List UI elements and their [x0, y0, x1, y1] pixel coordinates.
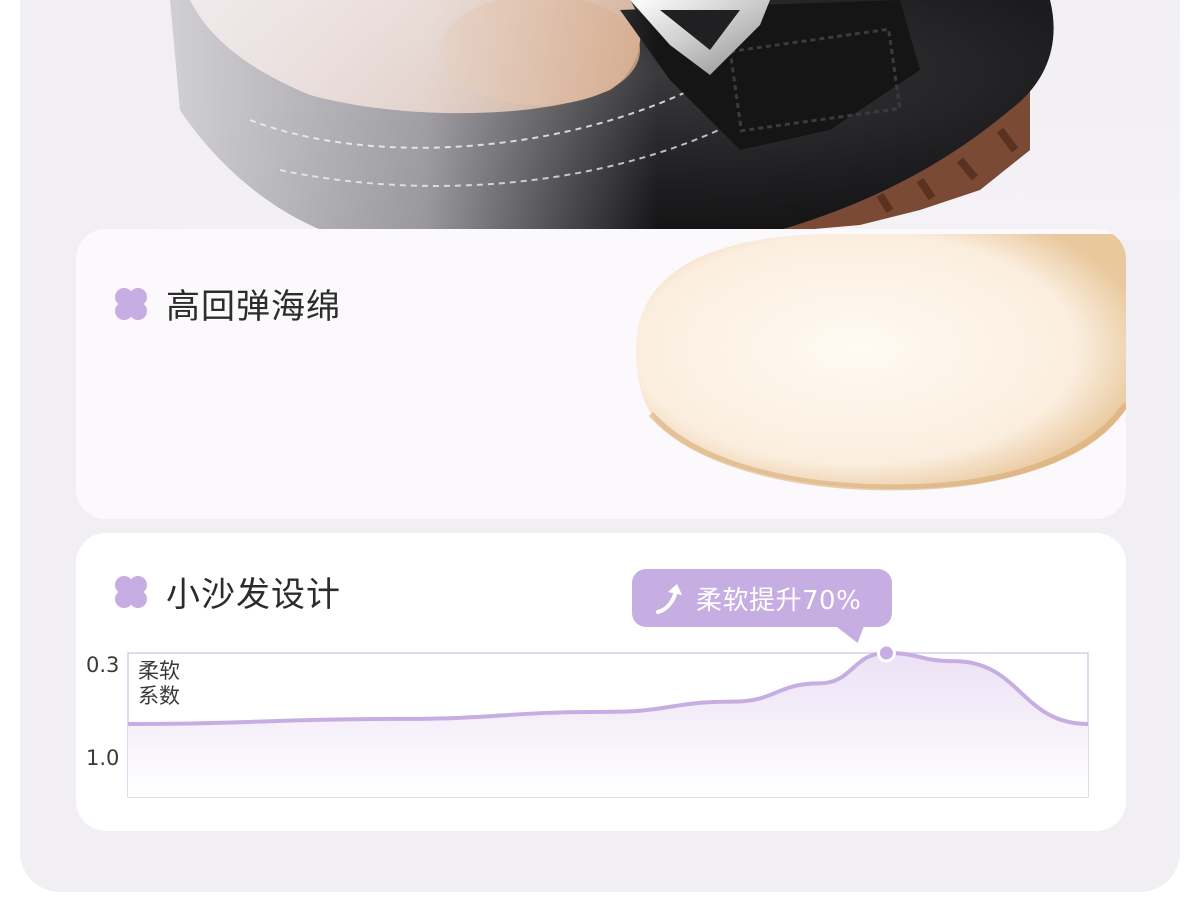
- sponge-image: [636, 234, 1126, 491]
- card-title: 高回弹海绵: [166, 287, 341, 327]
- y-axis-label-line: 系数: [138, 684, 180, 708]
- flower-icon: [115, 287, 147, 320]
- y-tick-label: 0.3: [86, 653, 120, 677]
- y-tick-label: 1.0: [86, 746, 120, 770]
- softness-chart: [127, 643, 1089, 798]
- feature-card-sofa: 小沙发设计 柔软提升70% 0.3 1.0 柔软 系数: [76, 533, 1126, 831]
- product-detail-panel: 高回弹海绵 小沙发设计 柔软提升70% 0.3 1.0 柔软 系数: [20, 0, 1180, 892]
- softness-area: [128, 653, 1088, 797]
- y-axis-label: 柔软 系数: [138, 659, 198, 709]
- y-axis-label-line: 柔软: [138, 659, 180, 683]
- feature-card-sponge: 高回弹海绵: [76, 229, 1126, 519]
- peak-point: [876, 643, 896, 663]
- shoe-product-image: [20, 0, 1180, 240]
- card-heading: 高回弹海绵: [112, 279, 341, 328]
